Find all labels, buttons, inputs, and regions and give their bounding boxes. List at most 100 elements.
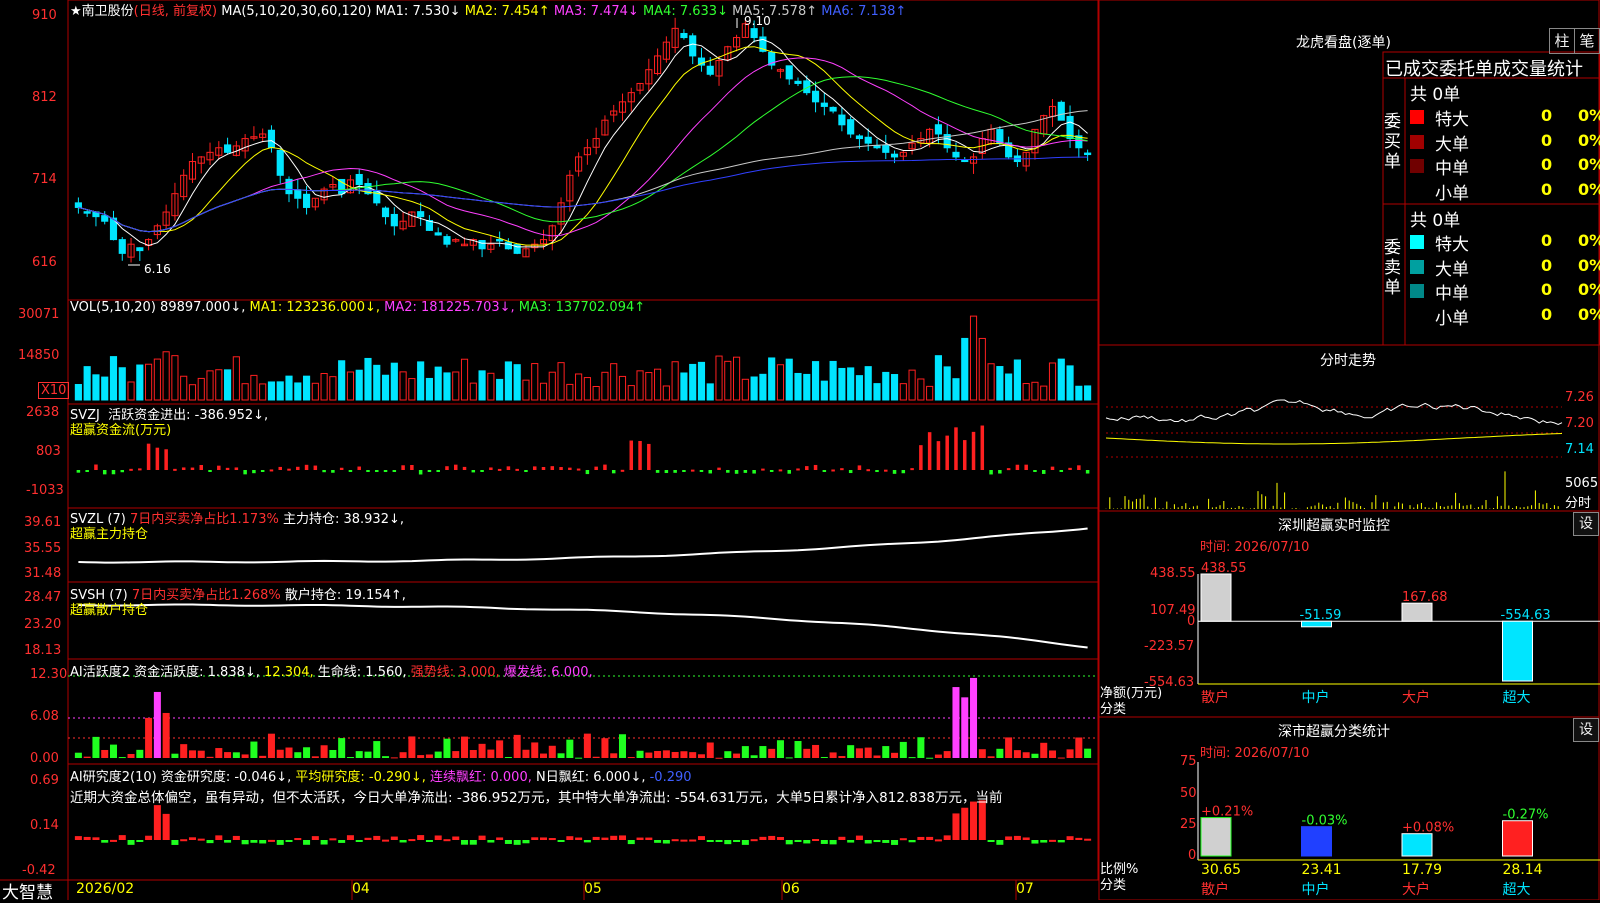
svzj-bar-45 (471, 470, 476, 473)
period-label[interactable]: (日线, 前复权) (134, 4, 217, 19)
intraday-avg-line (1105, 433, 1563, 445)
monitor-cat-0: 散户 (1201, 689, 1229, 706)
ai2-bar-105 (996, 840, 1004, 845)
ai2-bar-35 (382, 839, 390, 842)
ai2-bar-22 (267, 839, 275, 842)
vol-bar-77 (750, 376, 758, 401)
tab-pen-view[interactable]: 笔 (1574, 28, 1600, 54)
monitor-title: 深圳超赢实时监控 (1278, 518, 1390, 534)
favorite-star-icon[interactable]: ★ (70, 4, 82, 19)
vol-bar-25 (294, 382, 302, 401)
sell-row-pct-0: 0% (1578, 231, 1600, 250)
vol-bar-27 (311, 382, 319, 401)
ai1-bar-31 (346, 757, 354, 759)
svzj-bar-2 (94, 464, 98, 470)
ma-item-3: MA4: 7.633↓ (642, 4, 733, 19)
svzj-bar-38 (410, 465, 414, 470)
ai1-bar-40 (425, 754, 433, 758)
ai2-bar-29 (329, 838, 337, 841)
buy-total: 共 0单 (1410, 85, 1461, 105)
monitor-settings-button[interactable]: 设 (1573, 512, 1599, 536)
svzj-bar-17 (225, 467, 230, 470)
candle-body-41 (434, 232, 442, 236)
svzj-bar-40 (427, 470, 432, 472)
stock-name: 南卫股份 (81, 4, 134, 19)
classify-value-1: 23.41 (1302, 862, 1342, 878)
classify-change-3: -0.27% (1503, 808, 1549, 823)
vol-bar-73 (715, 355, 723, 401)
candle-body-84 (811, 90, 820, 103)
vol-bar-105 (996, 366, 1004, 401)
ai1-bar-115 (1084, 748, 1092, 758)
ai1-bar-12 (180, 744, 188, 758)
ai1-bar-39 (417, 755, 425, 758)
classify-settings-button[interactable]: 设 (1573, 718, 1599, 742)
svzj-bar-19 (243, 470, 247, 475)
ai2-bar-30 (338, 840, 346, 843)
ai1-bar-107 (1013, 750, 1021, 758)
ai2-bar-23 (276, 840, 284, 845)
ai2-bar-65 (645, 837, 653, 840)
classify-tick-0: 75 (1180, 754, 1197, 769)
svzj-bar-91 (875, 470, 879, 473)
ai1-bar-79 (768, 748, 776, 758)
vol-bar-88 (847, 367, 855, 401)
vol-bar-0 (74, 384, 82, 401)
ai2-bar-111 (1048, 839, 1057, 842)
ai1-bar-83 (803, 748, 811, 758)
ai2-bar-109 (1031, 840, 1039, 844)
x-axis-label-4: 07 (1016, 881, 1034, 897)
vol-bar-11 (171, 355, 179, 401)
svzl-tick-2: 31.48 (24, 566, 62, 581)
ai1-bar-36 (390, 757, 398, 759)
vol-tick-0: 30071 (18, 307, 60, 322)
vol-bar-66 (654, 368, 662, 401)
vol-bar-99 (943, 366, 951, 401)
ai1-bar-73 (715, 757, 723, 759)
vol-bar-50 (513, 364, 521, 401)
vol-bar-28 (320, 373, 328, 401)
vol-bar-43 (452, 371, 460, 401)
svzj-bar-95 (910, 468, 914, 471)
sell-row-name-0: 特大 (1435, 235, 1469, 255)
ai2-bar-112 (1057, 840, 1065, 843)
tab-bar-view[interactable]: 柱 (1549, 28, 1575, 54)
main-chart-canvas: 438.55 散户 -51.59 中户 167.68 大户 -554.63 超大 +0.21% 3… (0, 0, 1600, 900)
vol-bar-78 (759, 373, 767, 401)
ai1-bar-3 (101, 749, 109, 758)
ai2-bar-28 (320, 840, 328, 845)
x-axis-label-2: 05 (584, 881, 602, 897)
price-tick-3: 616 (32, 255, 57, 270)
ai2-bar-3 (101, 840, 109, 843)
ai2-bar-48 (496, 837, 504, 840)
ai2-bar-40 (425, 840, 433, 842)
buy-row-pct-0: 0% (1578, 106, 1600, 125)
intraday-unit: 分时 (1565, 496, 1592, 511)
candle-body-77 (750, 28, 758, 39)
ai2-bar-46 (478, 835, 486, 840)
vol-bar-113 (1066, 365, 1074, 401)
vol-bar-61 (610, 363, 618, 401)
svsh-tick-2: 18.13 (24, 643, 62, 658)
svzj-bar-79 (769, 470, 774, 472)
candle-body-7 (136, 247, 144, 252)
ai1-bar-21 (259, 755, 267, 758)
vol-bar-76 (741, 378, 749, 401)
buy-row-pct-3: 0% (1578, 179, 1600, 199)
ai2-bar-93 (891, 840, 899, 845)
candle-body-32 (355, 173, 363, 185)
svzj-bar-46 (480, 470, 484, 472)
ai1-bar-64 (636, 750, 644, 758)
vol-bar-5 (118, 367, 126, 401)
vol-bar-92 (882, 371, 890, 401)
x-axis-label-1: 04 (352, 881, 370, 897)
monitor-time: 时间: 2026/07/10 (1200, 540, 1310, 555)
ai2-bar-66 (654, 840, 662, 843)
ai1-bar-94 (899, 741, 907, 758)
ai1-bar-0 (74, 752, 82, 758)
ai1-bar-17 (224, 752, 232, 758)
classify-cat-3: 超大 (1503, 882, 1531, 898)
svzj-bar-101 (962, 440, 967, 470)
vol-bar-44 (460, 358, 469, 401)
svzl-item: 主力持仓: 38.932↓, (282, 512, 404, 527)
